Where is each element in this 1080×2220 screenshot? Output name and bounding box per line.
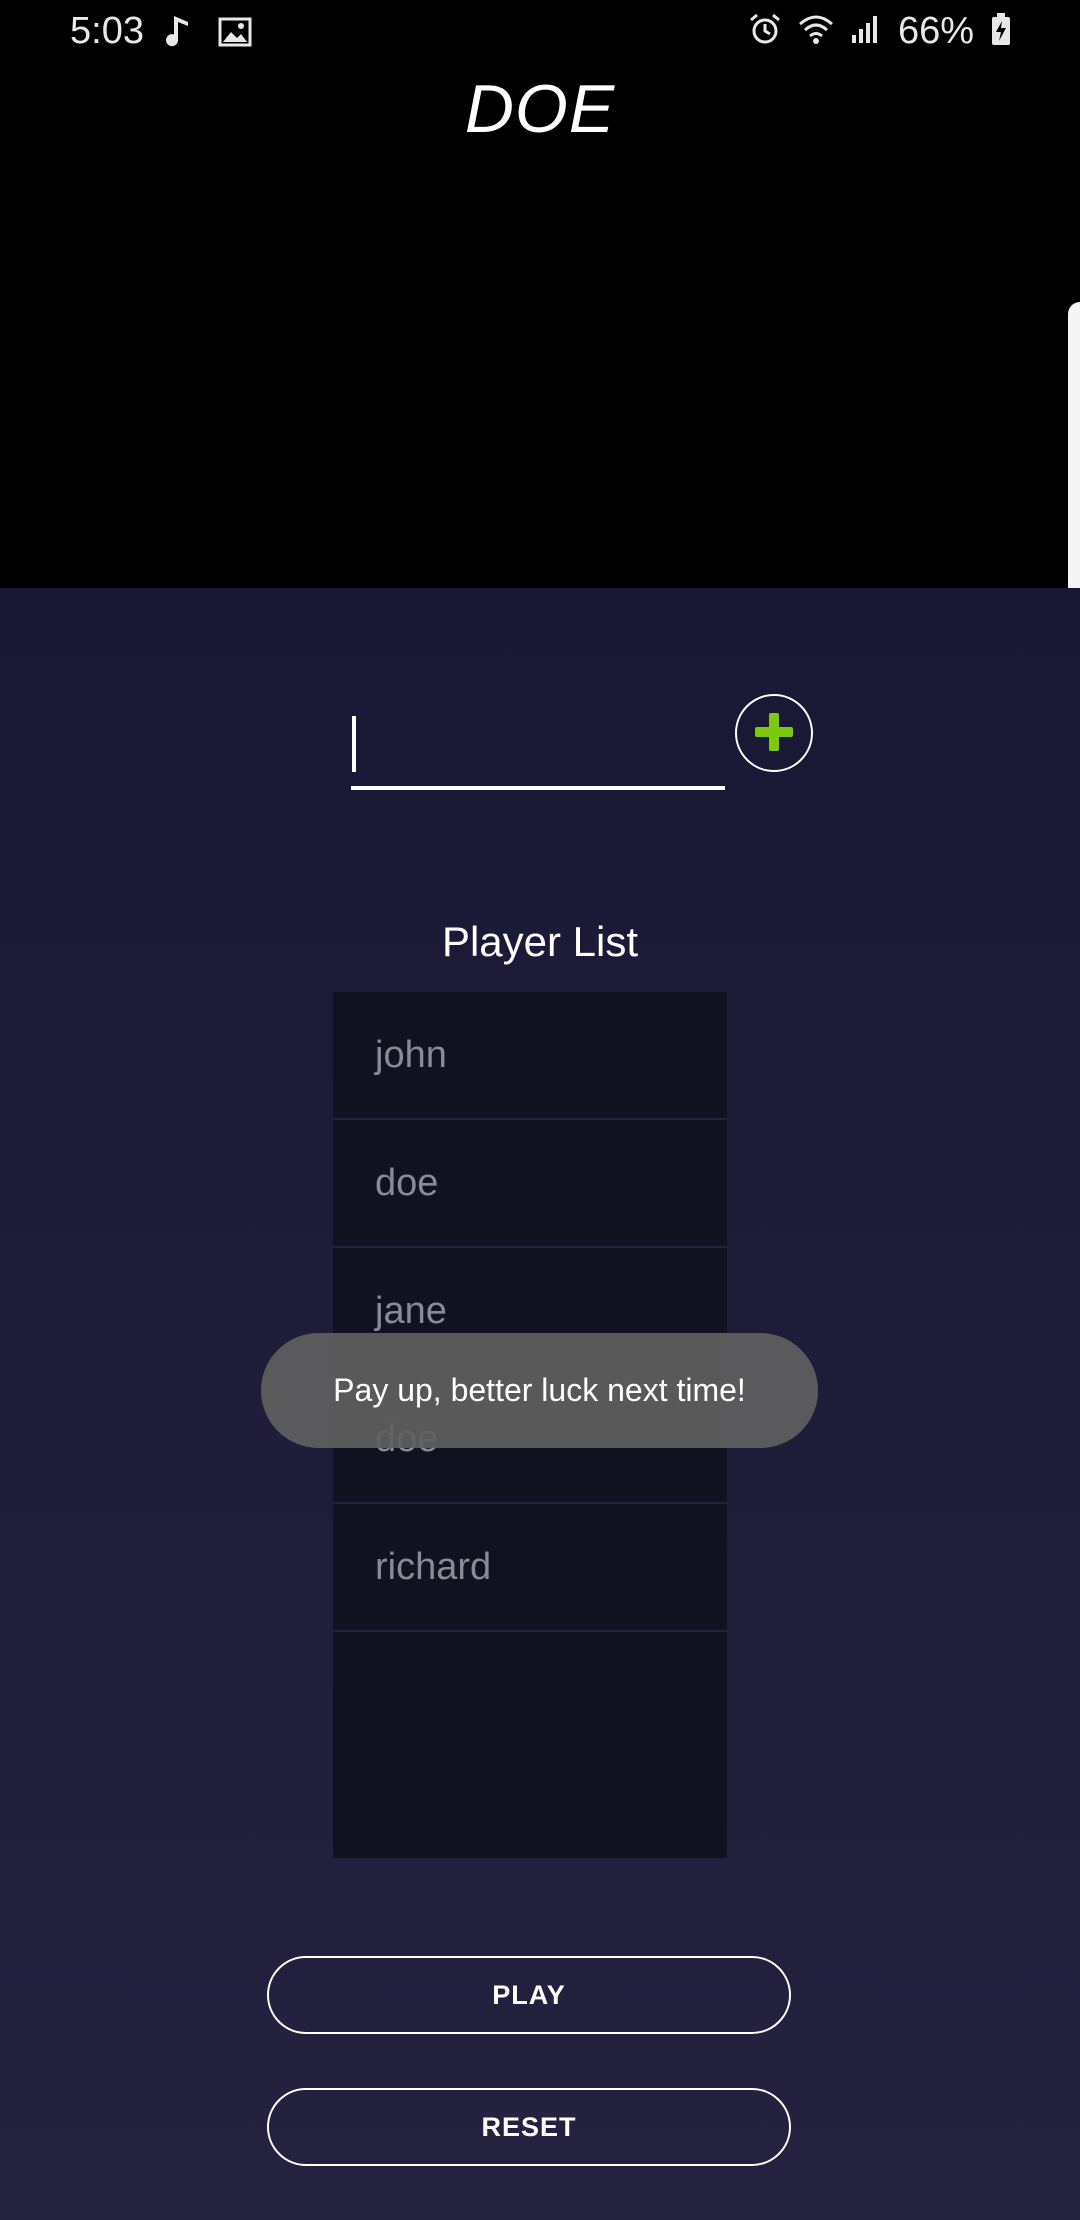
image-icon [218,17,252,52]
list-item[interactable]: john [333,992,727,1120]
toast-message: Pay up, better luck next time! [261,1333,818,1448]
battery-percent: 66% [897,10,974,52]
battery-charging-icon [990,12,1012,51]
player-list-title: Player List [441,918,639,965]
alarm-icon [748,12,782,51]
header-area: DOE [0,0,1080,588]
play-button[interactable]: PLAY [267,1956,791,2034]
selected-player-title: DOE [464,71,616,147]
add-player-button[interactable] [735,694,813,772]
plus-icon [750,708,798,759]
player-name-input[interactable] [351,700,725,790]
list-item[interactable]: richard [333,1504,727,1632]
signal-icon [850,13,882,50]
text-cursor [352,716,356,772]
music-note-icon [166,14,196,55]
reset-button[interactable]: RESET [267,2088,791,2166]
status-time: 5:03 [70,10,144,52]
wifi-icon [798,13,834,50]
status-bar: 5:03 66% [0,0,1080,66]
list-item[interactable]: doe [333,1120,727,1248]
